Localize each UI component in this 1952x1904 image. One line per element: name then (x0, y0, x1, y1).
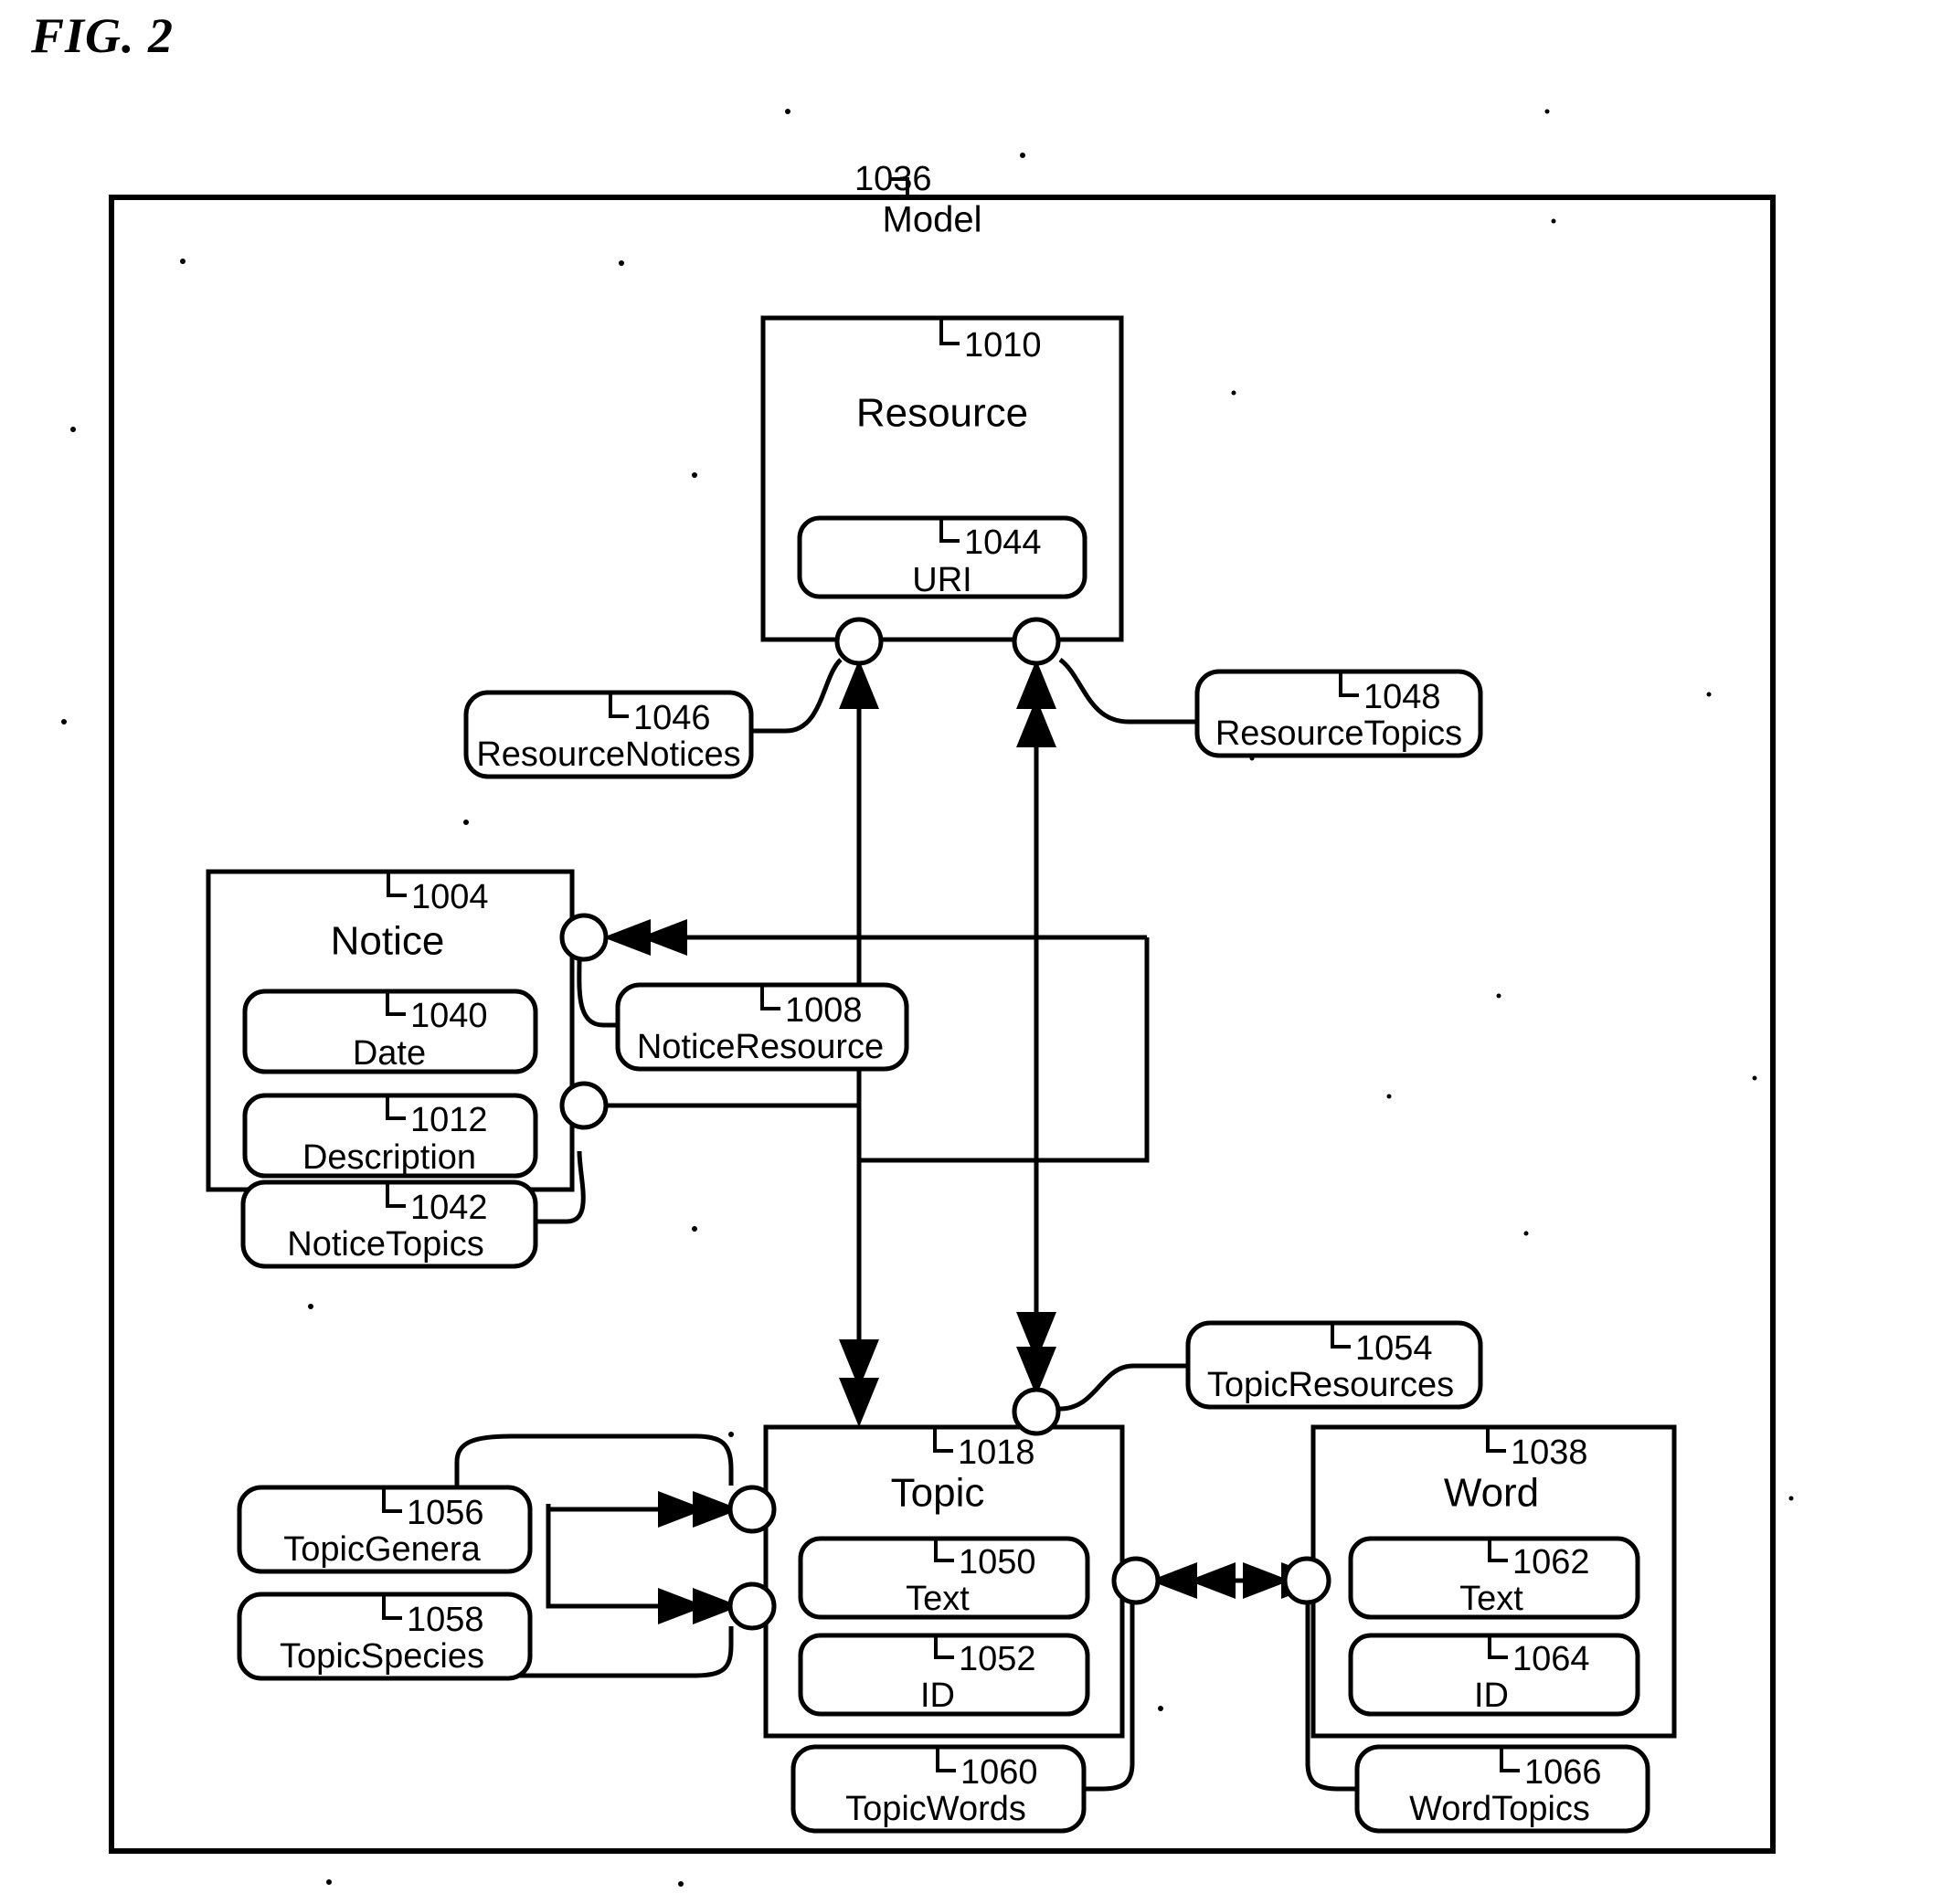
socket-topic-species[interactable] (727, 1581, 777, 1631)
socket-notice-topics[interactable] (559, 1081, 609, 1130)
date-label: Date (353, 1034, 426, 1073)
topic-ref-number: 1018 (958, 1433, 1035, 1472)
word-topics-label: WordTopics (1409, 1790, 1590, 1828)
uri-ref-number: 1044 (964, 524, 1042, 562)
notice-resource-ref-number: 1008 (785, 991, 863, 1030)
topic-genera-ref-number: 1056 (407, 1494, 484, 1532)
connector-topic-genera-loop (454, 1433, 734, 1487)
resource-ref-number: 1010 (964, 326, 1042, 365)
connector-resource-topics (1058, 657, 1197, 725)
notice-topics-ref-number: 1042 (410, 1189, 488, 1227)
arrowhead-resource-left-socket (839, 660, 879, 709)
word-id-label: ID (1474, 1677, 1509, 1715)
socket-word-topics[interactable] (1282, 1556, 1331, 1605)
word-text-label: Text (1459, 1580, 1523, 1618)
description-label: Description (302, 1138, 476, 1177)
topic-title: Topic (891, 1471, 985, 1516)
notice-topics-label: NoticeTopics (287, 1225, 483, 1264)
topic-genera-label: TopicGenera (283, 1530, 481, 1569)
topic-resources-ref-number: 1054 (1355, 1329, 1433, 1368)
uri-label: URI (912, 561, 971, 599)
socket-topic-words[interactable] (1111, 1556, 1161, 1605)
socket-notice-resource[interactable] (559, 913, 609, 962)
topic-words-ref-number: 1060 (960, 1753, 1038, 1792)
word-text-ref-number: 1062 (1512, 1543, 1590, 1581)
word-ref-number: 1038 (1511, 1433, 1588, 1472)
resource-notices-label: ResourceNotices (476, 735, 740, 774)
resource-topics-label: ResourceTopics (1215, 714, 1462, 753)
socket-topic-resources[interactable] (1012, 1387, 1061, 1436)
description-ref-number: 1012 (410, 1101, 488, 1139)
model-diagram: 1036 Model 1010 Resource 1044 URI 1004 N… (61, 109, 1794, 1887)
socket-resource-notices[interactable] (834, 617, 884, 666)
date-ref-number: 1040 (410, 997, 488, 1035)
socket-topic-genera[interactable] (727, 1485, 777, 1534)
topic-words-label: TopicWords (845, 1790, 1026, 1828)
word-title: Word (1444, 1471, 1539, 1516)
topic-species-ref-number: 1058 (407, 1601, 484, 1639)
notice-ref-number: 1004 (411, 878, 489, 916)
socket-resource-topics[interactable] (1012, 617, 1061, 666)
topic-resources-label: TopicResources (1207, 1366, 1454, 1404)
topic-text-ref-number: 1050 (959, 1543, 1036, 1581)
connector-notice-resource (577, 958, 618, 1028)
resource-title: Resource (856, 391, 1028, 436)
topic-text-label: Text (906, 1580, 970, 1618)
resource-topics-ref-number: 1048 (1363, 678, 1441, 716)
resource-notices-ref-number: 1046 (633, 699, 711, 737)
model-title: Model (883, 200, 982, 240)
word-id-ref-number: 1064 (1512, 1640, 1590, 1678)
figure-root: FIG. 2 1036 Model 1010 Resource 1044 URI… (0, 0, 1952, 1904)
topic-id-ref-number: 1052 (959, 1640, 1036, 1678)
connector-topic-resources (1059, 1363, 1188, 1412)
topic-species-label: TopicSpecies (280, 1637, 484, 1676)
notice-title: Notice (331, 919, 445, 964)
connector-resource-notices (751, 658, 843, 734)
model-ref-number: 1036 (854, 160, 932, 198)
notice-resource-label: NoticeResource (637, 1028, 884, 1066)
topic-id-label: ID (920, 1677, 955, 1715)
word-topics-ref-number: 1066 (1524, 1753, 1602, 1792)
